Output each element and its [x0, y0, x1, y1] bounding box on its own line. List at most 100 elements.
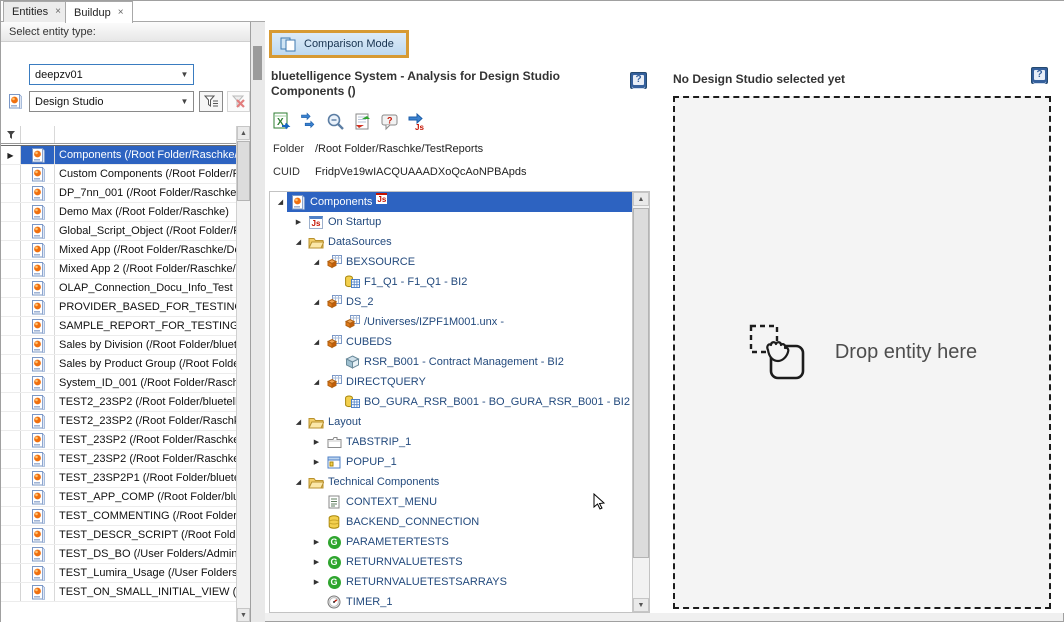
tree-item-content: Technical Components: [305, 472, 442, 492]
list-item[interactable]: Sales by Product Group (/Root Folder: [1, 355, 250, 374]
expander-icon[interactable]: ◢: [274, 198, 287, 206]
list-item[interactable]: OLAP_Connection_Docu_Info_Test (/: [1, 279, 250, 298]
panel-splitter[interactable]: [251, 22, 265, 622]
tab-entities[interactable]: Entities ×: [3, 1, 70, 22]
list-item[interactable]: TEST2_23SP2 (/Root Folder/Raschke,: [1, 412, 250, 431]
list-item[interactable]: TEST_23SP2 (/Root Folder/Raschke/L: [1, 450, 250, 469]
expander-icon[interactable]: ◢: [310, 338, 323, 346]
list-item[interactable]: Global_Script_Object (/Root Folder/R: [1, 222, 250, 241]
filter-cell[interactable]: [55, 126, 250, 143]
tree-scrollbar[interactable]: ▲ ▼: [632, 192, 649, 612]
tree-item-label: Components: [310, 196, 372, 208]
list-item[interactable]: TEST_ON_SMALL_INITIAL_VIEW (/Rc: [1, 583, 250, 602]
list-item[interactable]: TEST_23SP2 (/Root Folder/Raschke/D: [1, 431, 250, 450]
expander-icon[interactable]: ◢: [292, 238, 305, 246]
list-item[interactable]: TEST_DS_BO (/User Folders/Administ: [1, 545, 250, 564]
tree-item[interactable]: BACKEND_CONNECTION: [270, 512, 632, 532]
scroll-down-icon[interactable]: ▼: [633, 598, 649, 612]
comment-help-button[interactable]: ?: [379, 111, 400, 132]
js-script-badge: Js: [376, 193, 387, 204]
tree-item[interactable]: TIMER_1: [270, 592, 632, 612]
expander-icon[interactable]: ▶: [310, 438, 323, 446]
tree-item[interactable]: ◢Technical Components: [270, 472, 632, 492]
tree-item[interactable]: ▶POPUP_1: [270, 452, 632, 472]
list-item[interactable]: TEST_DESCR_SCRIPT (/Root Folder/F: [1, 526, 250, 545]
filter-button[interactable]: [199, 91, 223, 112]
scroll-down-icon[interactable]: ▼: [237, 608, 250, 622]
expander-icon[interactable]: ▶: [310, 538, 323, 546]
expander-icon[interactable]: ◢: [310, 298, 323, 306]
excel-export-button[interactable]: X: [271, 111, 292, 132]
transport-button[interactable]: [298, 111, 319, 132]
tab-buildup[interactable]: Buildup ×: [65, 1, 133, 23]
tree-item[interactable]: BO_GURA_RSR_B001 - BO_GURA_RSR_B001 - BI…: [270, 392, 632, 412]
tree-item[interactable]: ◢ Components Js: [270, 192, 632, 212]
expander-icon[interactable]: ▶: [292, 218, 305, 226]
list-item[interactable]: TEST_COMMENTING (/Root Folder/bl: [1, 507, 250, 526]
js-transport-button[interactable]: Js: [406, 111, 427, 132]
list-item[interactable]: SAMPLE_REPORT_FOR_TESTING_M (: [1, 317, 250, 336]
scroll-up-icon[interactable]: ▲: [633, 192, 649, 206]
comparison-target-panel: No Design Studio selected yet ? Drop ent…: [661, 1, 1064, 613]
tree-item[interactable]: CONTEXT_MENU: [270, 492, 632, 512]
clear-filter-button[interactable]: [227, 91, 250, 112]
tree-item[interactable]: ◢BEXSOURCE: [270, 252, 632, 272]
report-compare-button[interactable]: [352, 111, 373, 132]
list-item[interactable]: ▶Components (/Root Folder/Raschke/T: [1, 146, 250, 165]
tab-close-icon[interactable]: ×: [118, 8, 124, 18]
entity-list-scrollbar[interactable]: ▲ ▼: [236, 126, 250, 622]
list-item[interactable]: Demo Max (/Root Folder/Raschke): [1, 203, 250, 222]
expander-icon[interactable]: ◢: [310, 378, 323, 386]
entity-icon-cell: [21, 507, 55, 525]
search-zoom-button[interactable]: [325, 111, 346, 132]
row-indicator: [1, 203, 21, 221]
tree-item[interactable]: ◢DIRECTQUERY: [270, 372, 632, 392]
tree-item[interactable]: ▶GRETURNVALUETESTSARRAYS: [270, 572, 632, 592]
tree-item[interactable]: /Universes/IZPF1M001.unx -: [270, 312, 632, 332]
expander-icon[interactable]: ◢: [310, 258, 323, 266]
filter-cell[interactable]: [21, 126, 55, 143]
entity-type-combobox[interactable]: Design Studio ▼: [29, 91, 194, 112]
comparison-mode-button[interactable]: Comparison Mode: [269, 30, 409, 58]
tree-item[interactable]: ◢DS_2: [270, 292, 632, 312]
list-item[interactable]: Mixed App (/Root Folder/Raschke/De: [1, 241, 250, 260]
tree-item[interactable]: ▶JsOn Startup: [270, 212, 632, 232]
grid-filter-row[interactable]: [1, 126, 250, 144]
system-combobox[interactable]: deepzv01 ▼: [29, 64, 194, 85]
splitter-handle[interactable]: [253, 46, 262, 80]
help-icon[interactable]: ?: [1031, 67, 1048, 84]
list-item[interactable]: TEST_Lumira_Usage (/User Folders/A: [1, 564, 250, 583]
expander-icon[interactable]: ▶: [310, 558, 323, 566]
tree-item[interactable]: ▶GRETURNVALUETESTS: [270, 552, 632, 572]
tab-close-icon[interactable]: ×: [55, 7, 61, 17]
expander-icon[interactable]: ▶: [310, 458, 323, 466]
list-item[interactable]: System_ID_001 (/Root Folder/Raschk: [1, 374, 250, 393]
tree-item[interactable]: ◢Layout: [270, 412, 632, 432]
scroll-up-icon[interactable]: ▲: [237, 126, 250, 140]
list-item[interactable]: Custom Components (/Root Folder/Ra: [1, 165, 250, 184]
tree-item[interactable]: ◢CUBEDS: [270, 332, 632, 352]
list-item[interactable]: TEST2_23SP2 (/Root Folder/bluetellig: [1, 393, 250, 412]
scrollbar-thumb[interactable]: [633, 208, 649, 558]
list-item[interactable]: TEST_23SP2P1 (/Root Folder/bluetelli: [1, 469, 250, 488]
scrollbar-thumb[interactable]: [237, 141, 250, 201]
tree-item[interactable]: ◢DataSources: [270, 232, 632, 252]
ds-doc-icon: [30, 565, 46, 581]
chevron-down-icon[interactable]: ▼: [176, 97, 193, 106]
list-item[interactable]: TEST_APP_COMP (/Root Folder/bluet: [1, 488, 250, 507]
drop-entity-zone[interactable]: Drop entity here: [673, 96, 1051, 609]
help-icon[interactable]: ?: [630, 72, 647, 89]
tree-item[interactable]: F1_Q1 - F1_Q1 - BI2: [270, 272, 632, 292]
list-item[interactable]: Mixed App 2 (/Root Folder/Raschke/D: [1, 260, 250, 279]
expander-icon[interactable]: ◢: [292, 478, 305, 486]
expander-icon[interactable]: ▶: [310, 578, 323, 586]
list-item[interactable]: DP_7nn_001 (/Root Folder/Raschke/T: [1, 184, 250, 203]
chevron-down-icon[interactable]: ▼: [176, 70, 193, 79]
expander-icon[interactable]: ◢: [292, 418, 305, 426]
tree-item[interactable]: ▶TABSTRIP_1: [270, 432, 632, 452]
list-item[interactable]: PROVIDER_BASED_FOR_TESTING (/F: [1, 298, 250, 317]
tree-item[interactable]: ▶GPARAMETERTESTS: [270, 532, 632, 552]
list-item[interactable]: Sales by Division (/Root Folder/bluete: [1, 336, 250, 355]
tree-item[interactable]: RSR_B001 - Contract Management - BI2: [270, 352, 632, 372]
system-combobox-value: deepzv01: [30, 69, 176, 81]
